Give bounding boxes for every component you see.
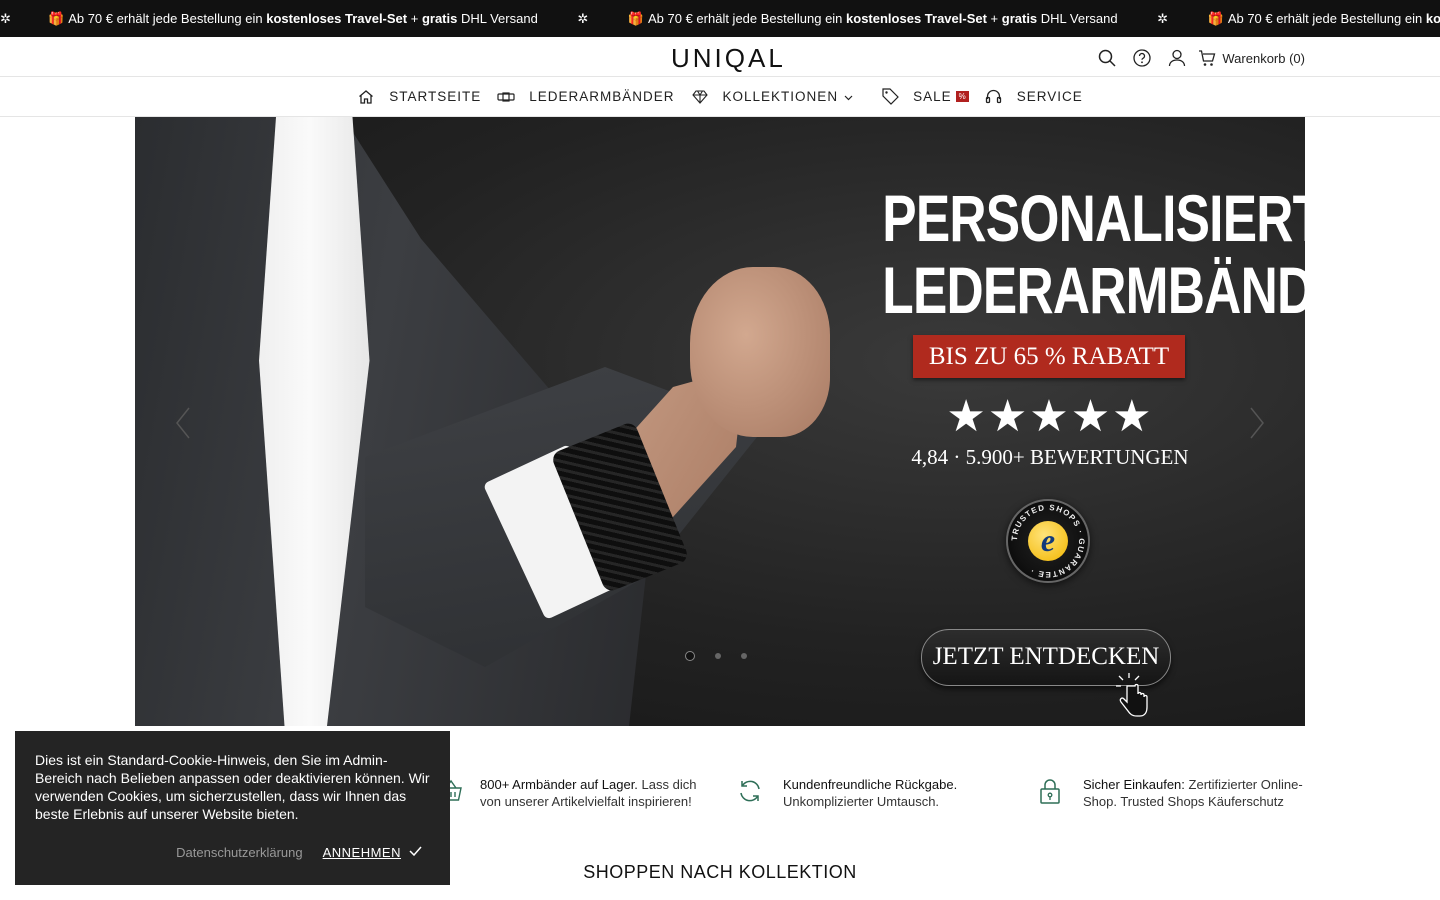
gift-icon: 🎁: [627, 11, 644, 26]
pointer-hand-icon: [1115, 672, 1149, 720]
slider-dot-3[interactable]: [741, 653, 747, 659]
slider-prev-arrow-icon[interactable]: [175, 407, 191, 439]
diamond-icon: [691, 88, 709, 106]
cookie-actions: Datenschutzerklärung ANNEHMEN: [176, 843, 422, 861]
slider-next-arrow-icon[interactable]: [1249, 407, 1265, 439]
feature-return: Kundenfreundliche Rückgabe. Unkomplizier…: [737, 776, 997, 810]
nav-item-startseite[interactable]: STARTSEITE: [357, 88, 481, 106]
home-icon: [357, 88, 375, 106]
cart-link[interactable]: Warenkorb (0): [1222, 51, 1305, 66]
tag-icon: [881, 88, 899, 106]
header-actions: Warenkorb (0): [1089, 48, 1305, 68]
announcement-text: 🎁Ab 70 € erhält jede Bestellung ein kost…: [1207, 11, 1440, 26]
separator-star-icon: ✲: [1157, 11, 1169, 26]
nav-item-kollektionen[interactable]: KOLLEKTIONEN: [691, 88, 854, 106]
announcement-text: 🎁Ab 70 € erhält jede Bestellung ein kost…: [48, 11, 538, 26]
sale-badge: %: [955, 91, 969, 102]
headset-icon: [985, 88, 1003, 106]
hero-slider[interactable]: PERSONALISIERTE LEDERARMBÄNDER BIS ZU 65…: [135, 117, 1305, 726]
announcement-marquee: ✲ 🎁 Ab 70 € erhält jede Bestellung ein ko…: [0, 11, 1440, 27]
hero-headline: PERSONALISIERTE LEDERARMBÄNDER: [882, 181, 1305, 327]
checkmark-icon: [409, 843, 422, 861]
rating-text: 4,84 · 5.900+ BEWERTUNGEN: [911, 445, 1189, 469]
cookie-banner: Dies ist ein Standard-Cookie-Hinweis, de…: [15, 731, 450, 885]
bracelet-icon: [497, 88, 515, 106]
main-nav: STARTSEITE LEDERARMBÄNDER KOLLEKTIONEN S…: [0, 77, 1440, 117]
accept-cookies-button[interactable]: ANNEHMEN: [323, 845, 401, 860]
site-logo[interactable]: UNIQAL: [671, 43, 786, 74]
feature-secure: Sicher Einkaufen: Zertifizierter Online-…: [1037, 776, 1307, 810]
trusted-shops-seal: TRUSTED SHOPS · GUARANTEE · e: [1006, 499, 1090, 583]
privacy-link[interactable]: Datenschutzerklärung: [176, 845, 302, 860]
site-header: UNIQAL Warenkorb (0): [0, 37, 1440, 77]
announcement-bar: ✲ 🎁 Ab 70 € erhält jede Bestellung ein ko…: [0, 0, 1440, 37]
slider-dot-1[interactable]: [685, 651, 695, 661]
nav-item-sale[interactable]: SALE %: [881, 88, 969, 106]
feature-stock: 800+ Armbänder auf Lager. Lass dich von …: [438, 776, 713, 810]
hero-image-fist: [690, 267, 830, 437]
cart-icon[interactable]: [1194, 48, 1220, 68]
gift-icon: 🎁: [1207, 11, 1224, 26]
account-icon[interactable]: [1159, 48, 1194, 68]
cookie-text: Dies ist ein Standard-Cookie-Hinweis, de…: [35, 752, 430, 822]
refresh-icon: [737, 778, 763, 804]
announcement-text: 🎁Ab 70 € erhält jede Bestellung ein kost…: [627, 11, 1118, 26]
gift-icon: 🎁: [48, 11, 65, 26]
lock-icon: [1037, 778, 1063, 804]
trusted-seal-letter: e: [1028, 521, 1068, 561]
nav-item-lederarmbaender[interactable]: LEDERARMBÄNDER: [497, 88, 674, 106]
help-icon[interactable]: [1124, 48, 1159, 68]
chevron-down-icon: [844, 89, 853, 104]
slider-dots: [685, 651, 747, 661]
search-icon[interactable]: [1089, 48, 1124, 68]
separator-star-icon: ✲: [0, 11, 11, 26]
hero-discount-badge: BIS ZU 65 % RABATT: [913, 335, 1185, 378]
rating-stars: ★★★★★: [946, 392, 1154, 441]
nav-item-service[interactable]: SERVICE: [985, 88, 1083, 106]
separator-star-icon: ✲: [577, 11, 589, 26]
slider-dot-2[interactable]: [715, 653, 721, 659]
